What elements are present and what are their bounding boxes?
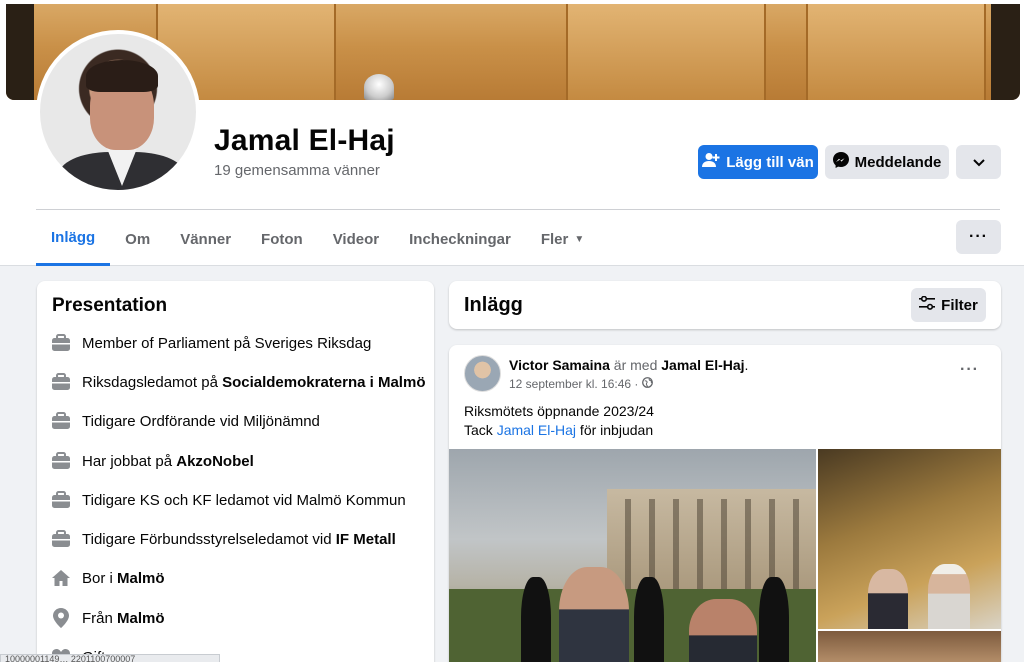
- intro-item-text: Tidigare Förbundsstyrelseledamot vid: [82, 530, 336, 548]
- post-meta: 12 september kl. 16:46 ·: [509, 377, 654, 391]
- post-text-line: Riksmötets öppnande 2023/24: [464, 403, 654, 419]
- tab-vanner[interactable]: Vänner: [165, 212, 246, 266]
- profile-tabs: Inlägg Om Vänner Foton Videor Inchecknin…: [36, 212, 599, 266]
- intro-item-text: Member of Parliament på Sveriges Riksdag: [82, 334, 372, 352]
- header-divider: [36, 209, 1000, 210]
- filter-button[interactable]: Filter: [911, 288, 986, 322]
- photo-person: [689, 599, 757, 662]
- post-author-line: Victor Samaina är med Jamal El-Haj.: [509, 357, 748, 373]
- briefcase-icon: [51, 372, 71, 392]
- post-photo-side[interactable]: [818, 631, 1001, 662]
- post-text-suffix: för inbjudan: [576, 422, 654, 438]
- browser-status-bar: 10000001149… 2201100700007: [0, 654, 220, 662]
- post-text-line: Tack Jamal El-Haj för inbjudan: [464, 421, 654, 440]
- post-text: Riksmötets öppnande 2023/24 Tack Jamal E…: [464, 402, 654, 440]
- post-photo-side[interactable]: [818, 449, 1001, 629]
- intro-title: Presentation: [52, 295, 168, 316]
- posts-header-card: Inlägg Filter: [449, 281, 1001, 329]
- photo-person: [928, 564, 970, 629]
- photo-guard: [521, 577, 551, 662]
- tab-foton[interactable]: Foton: [246, 212, 318, 266]
- intro-item-link[interactable]: Malmö: [117, 570, 165, 587]
- photo-building: [607, 489, 816, 599]
- tabs-more-button[interactable]: ···: [956, 220, 1001, 254]
- profile-avatar[interactable]: [36, 30, 200, 194]
- cover-shadow-right: [991, 4, 1020, 100]
- intro-item-text: Tidigare Ordförande vid Miljönämnd: [82, 412, 320, 430]
- intro-item: Riksdagsledamot på Socialdemokraterna i …: [51, 370, 425, 394]
- intro-item-text: Riksdagsledamot på: [82, 373, 223, 391]
- add-friend-button[interactable]: Lägg till vän: [698, 145, 818, 179]
- post-options-button[interactable]: ···: [960, 361, 979, 379]
- more-actions-button[interactable]: [956, 145, 1001, 179]
- intro-item-text: Bor i: [82, 569, 118, 587]
- tab-fler-label: Fler: [540, 230, 569, 248]
- intro-item: Bor i Malmö: [51, 566, 165, 590]
- profile-name: Jamal El-Haj: [214, 124, 395, 157]
- posts-title: Inlägg: [464, 294, 523, 316]
- intro-item: Member of Parliament på Sveriges Riksdag: [51, 331, 371, 355]
- post-tag-link[interactable]: Jamal El-Haj: [497, 422, 576, 438]
- chevron-down-icon: [972, 154, 985, 171]
- tab-om[interactable]: Om: [110, 212, 165, 266]
- photo-person: [868, 569, 908, 629]
- briefcase-icon: [51, 333, 71, 353]
- avatar-hair: [86, 60, 158, 92]
- cover-lamp: [364, 74, 394, 100]
- tab-inlagg[interactable]: Inlägg: [36, 212, 111, 266]
- globe-icon: [642, 377, 654, 391]
- briefcase-icon: [51, 451, 71, 471]
- post-tagged-name[interactable]: Jamal El-Haj: [661, 357, 744, 373]
- mutual-friends-link[interactable]: 19 gemensamma vänner: [214, 162, 380, 179]
- intro-item-text: Från: [82, 609, 118, 627]
- home-icon: [51, 568, 71, 588]
- sliders-icon: [919, 295, 936, 314]
- briefcase-icon: [51, 411, 71, 431]
- intro-item: Tidigare KS och KF ledamot vid Malmö Kom…: [51, 488, 406, 512]
- intro-item: Tidigare Förbundsstyrelseledamot vid IF …: [51, 527, 396, 551]
- intro-item-link[interactable]: Malmö: [117, 610, 165, 627]
- intro-item-text: Har jobbat på: [82, 452, 177, 470]
- cover-shadow-left: [6, 4, 34, 100]
- post-author-name[interactable]: Victor Samaina: [509, 357, 610, 373]
- intro-card: Presentation Member of Parliament på Sve…: [37, 281, 434, 662]
- message-label: Meddelande: [854, 153, 942, 171]
- location-pin-icon: [51, 608, 71, 628]
- post-timestamp[interactable]: 12 september kl. 16:46 ·: [509, 377, 638, 391]
- cover-panel: [806, 4, 986, 100]
- intro-item: Från Malmö: [51, 606, 165, 630]
- message-button[interactable]: Meddelande: [825, 145, 949, 179]
- cover-panel: [566, 4, 766, 100]
- intro-item-link[interactable]: AkzoNobel: [176, 453, 254, 470]
- intro-item: Tidigare Ordförande vid Miljönämnd: [51, 409, 320, 433]
- add-friend-icon: [702, 152, 720, 172]
- post-author-avatar[interactable]: [464, 355, 501, 392]
- caret-down-icon: ▼: [574, 233, 585, 245]
- tab-videor[interactable]: Videor: [318, 212, 394, 266]
- add-friend-label: Lägg till vän: [726, 153, 814, 171]
- intro-item-text: Tidigare KS och KF ledamot vid Malmö Kom…: [82, 491, 406, 509]
- messenger-icon: [832, 152, 849, 172]
- briefcase-icon: [51, 529, 71, 549]
- photo-guard: [634, 577, 664, 662]
- ellipsis-icon: ···: [969, 228, 988, 245]
- post-text-prefix: Tack: [464, 422, 497, 438]
- tab-fler[interactable]: Fler ▼: [526, 212, 599, 266]
- post-period: .: [744, 357, 749, 373]
- photo-guard: [759, 577, 789, 662]
- post-with-text: är med: [609, 357, 662, 373]
- profile-header: Jamal El-Haj 19 gemensamma vänner Lägg t…: [0, 30, 1024, 266]
- photo-person: [559, 567, 629, 662]
- intro-item: Har jobbat på AkzoNobel: [51, 449, 254, 473]
- intro-item-link[interactable]: Socialdemokraterna i Malmö: [222, 374, 425, 391]
- ellipsis-icon: ···: [960, 361, 979, 378]
- filter-label: Filter: [941, 296, 978, 314]
- post-photo-main[interactable]: [449, 449, 816, 662]
- briefcase-icon: [51, 490, 71, 510]
- intro-item-link[interactable]: IF Metall: [336, 531, 396, 548]
- tab-incheckningar[interactable]: Incheckningar: [394, 212, 526, 266]
- post-card: Victor Samaina är med Jamal El-Haj. 12 s…: [449, 345, 1001, 662]
